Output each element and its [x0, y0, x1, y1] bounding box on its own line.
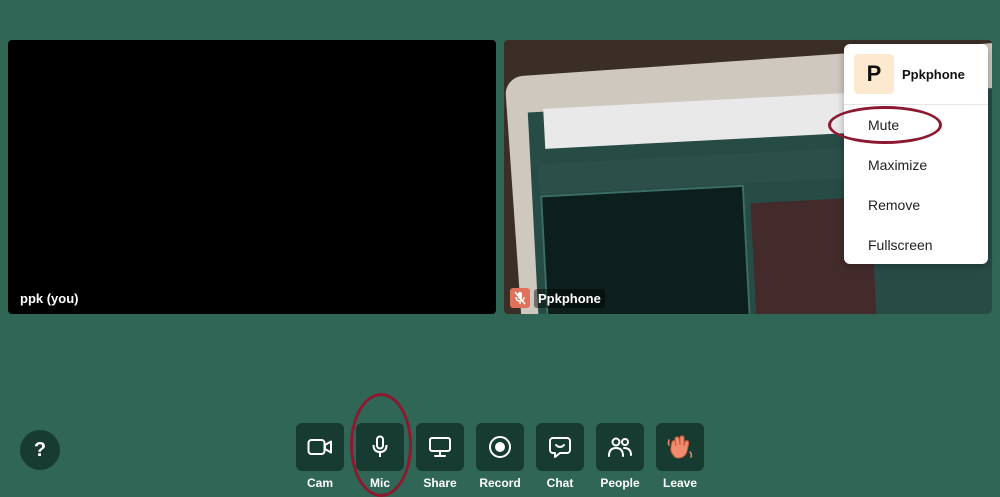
chat-control: Chat	[536, 423, 584, 490]
help-icon: ?	[33, 438, 47, 461]
camera-icon	[307, 438, 333, 456]
record-button[interactable]	[476, 423, 524, 471]
leave-control: Leave	[656, 423, 704, 490]
people-label: People	[600, 476, 640, 490]
chat-icon	[548, 435, 572, 459]
self-video-tile[interactable]: ppk (you)	[8, 40, 496, 314]
annotation-oval-mic	[350, 393, 412, 497]
cam-label: Cam	[306, 476, 333, 490]
chat-label: Chat	[546, 476, 574, 490]
remote-name-label: Ppkphone	[534, 289, 605, 308]
people-icon	[607, 436, 633, 458]
people-button[interactable]	[596, 423, 644, 471]
avatar: P	[854, 54, 894, 94]
screen-share-icon	[428, 436, 452, 458]
participant-context-menu: P Ppkphone Mute Maximize Remove Fullscre…	[844, 44, 988, 264]
self-name-label: ppk (you)	[20, 291, 79, 306]
menu-item-remove[interactable]: Remove	[844, 185, 988, 225]
leave-button[interactable]	[656, 423, 704, 471]
mic-muted-icon	[510, 288, 530, 308]
annotation-oval-mute	[828, 106, 942, 144]
menu-header: P Ppkphone	[844, 44, 988, 105]
menu-participant-name: Ppkphone	[902, 66, 965, 82]
leave-label: Leave	[662, 476, 698, 490]
share-control: Share	[416, 423, 464, 490]
help-button[interactable]: ?	[20, 430, 60, 470]
cam-button[interactable]	[296, 423, 344, 471]
record-control: Record	[476, 423, 524, 490]
waving-hand-icon	[667, 434, 693, 460]
people-control: People	[596, 423, 644, 490]
share-label: Share	[423, 476, 457, 490]
share-button[interactable]	[416, 423, 464, 471]
chat-button[interactable]	[536, 423, 584, 471]
cam-control: Cam	[296, 423, 344, 490]
menu-item-fullscreen[interactable]: Fullscreen	[844, 225, 988, 265]
menu-item-maximize[interactable]: Maximize	[844, 145, 988, 185]
record-label: Record	[479, 476, 521, 490]
record-icon	[488, 435, 512, 459]
